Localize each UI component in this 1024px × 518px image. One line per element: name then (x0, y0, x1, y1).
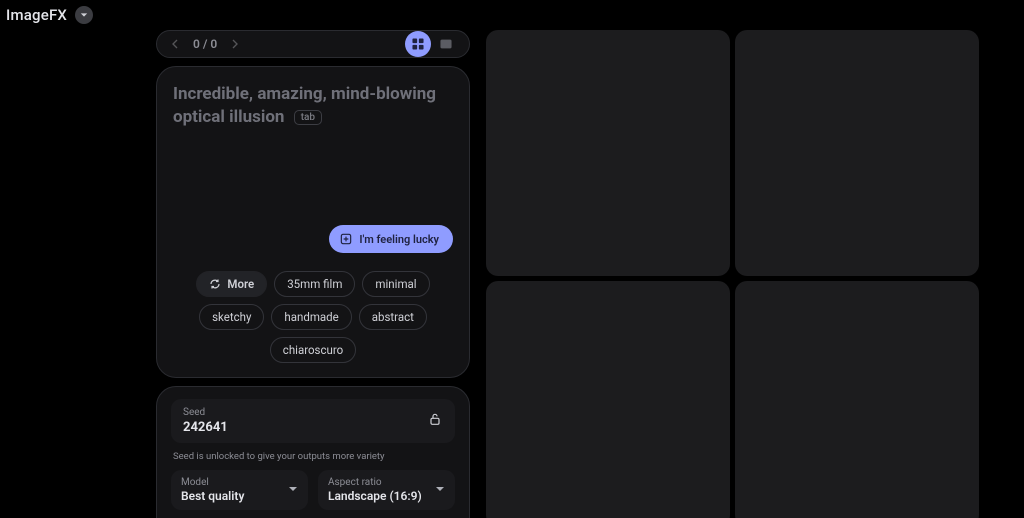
aspect-value: Landscape (16:9) (328, 489, 422, 503)
style-chip[interactable]: handmade (271, 304, 351, 330)
model-value: Best quality (181, 489, 244, 503)
seed-lock-toggle[interactable] (427, 411, 443, 427)
chevron-down-icon (435, 484, 445, 494)
output-slot[interactable] (486, 30, 730, 276)
lucky-label: I'm feeling lucky (359, 233, 439, 246)
more-chip[interactable]: More (196, 271, 267, 297)
refresh-icon (209, 278, 221, 290)
grid-view-button[interactable] (405, 31, 431, 57)
next-button[interactable] (227, 36, 243, 52)
aspect-ratio-select[interactable]: Aspect ratio Landscape (16:9) (318, 470, 455, 510)
sparkle-icon (339, 232, 353, 246)
seed-field[interactable]: Seed 242641 (171, 399, 455, 443)
seed-note: Seed is unlocked to give your outputs mo… (171, 451, 455, 462)
single-view-button[interactable] (433, 31, 459, 57)
seed-value: 242641 (183, 420, 228, 435)
arrow-right-icon (227, 36, 243, 52)
output-slot[interactable] (735, 30, 979, 276)
model-label: Model (181, 477, 244, 488)
chevron-down-icon (80, 11, 88, 19)
grid-icon (411, 37, 425, 51)
app-switcher-dropdown[interactable] (75, 6, 93, 24)
settings-card: Seed 242641 Seed is unlocked to give you… (156, 386, 470, 518)
style-chip[interactable]: minimal (362, 271, 429, 297)
app-title: ImageFX (6, 6, 67, 24)
output-slot[interactable] (735, 281, 979, 518)
history-nav-pill: 0 / 0 (156, 30, 470, 58)
output-grid (486, 30, 1024, 518)
chevron-down-icon (288, 484, 298, 494)
style-chip[interactable]: 35mm film (274, 271, 355, 297)
image-icon (439, 37, 453, 51)
style-chip[interactable]: chiaroscuro (270, 337, 356, 363)
im-feeling-lucky-button[interactable]: I'm feeling lucky (329, 225, 453, 253)
page-counter: 0 / 0 (193, 37, 217, 51)
prev-button[interactable] (167, 36, 183, 52)
seed-label: Seed (183, 407, 228, 418)
aspect-label: Aspect ratio (328, 477, 422, 488)
unlock-icon (427, 411, 443, 427)
output-slot[interactable] (486, 281, 730, 518)
tab-hint-badge: tab (294, 110, 322, 125)
model-select[interactable]: Model Best quality (171, 470, 308, 510)
arrow-left-icon (167, 36, 183, 52)
style-chip[interactable]: sketchy (199, 304, 264, 330)
prompt-card: Incredible, amazing, mind-blowing optica… (156, 66, 470, 378)
style-chips-row: More 35mm film minimal sketchy handmade … (173, 271, 453, 363)
style-chip[interactable]: abstract (359, 304, 427, 330)
